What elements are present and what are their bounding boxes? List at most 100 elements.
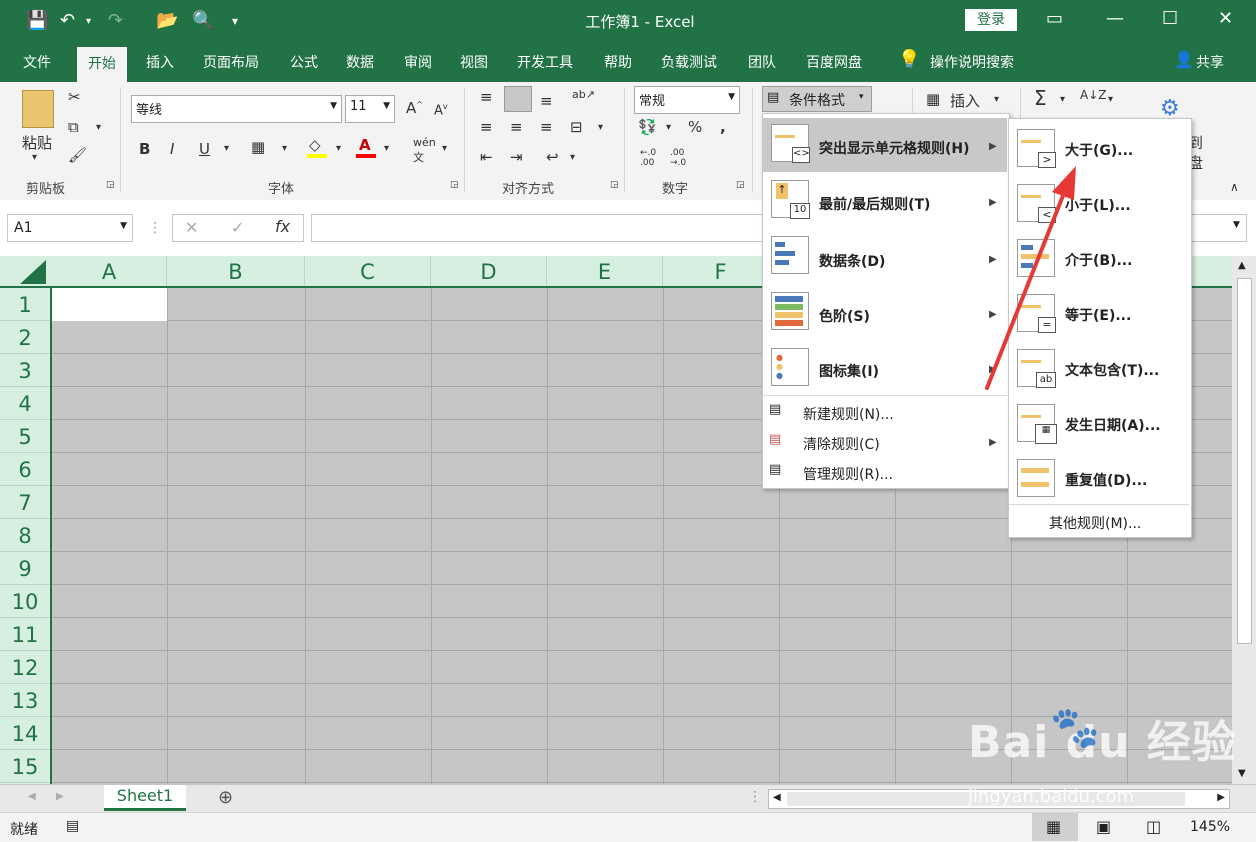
- alignment-launcher-icon[interactable]: ◲: [610, 180, 619, 190]
- tab-load-test[interactable]: 负载测试: [661, 52, 717, 72]
- font-color-dropdown-icon[interactable]: ▾: [384, 143, 389, 154]
- clipboard-launcher-icon[interactable]: ◲: [106, 180, 115, 190]
- minimize-icon[interactable]: —: [1106, 8, 1124, 29]
- row-header[interactable]: 13: [0, 684, 50, 717]
- page-break-view-icon[interactable]: ◫: [1146, 817, 1161, 836]
- phonetic-dropdown-icon[interactable]: ▾: [442, 143, 447, 154]
- normal-view-icon[interactable]: ▦: [1032, 813, 1078, 841]
- cell-a1[interactable]: [52, 288, 167, 321]
- duplicate-values-item[interactable]: 重复值(D)...: [1065, 470, 1147, 490]
- column-header-e[interactable]: E: [547, 256, 663, 286]
- add-sheet-icon[interactable]: ⊕: [218, 787, 233, 808]
- tab-baidu-netdisk[interactable]: 百度网盘: [806, 52, 862, 72]
- align-bottom-icon[interactable]: ≡: [540, 92, 553, 110]
- tell-me-search[interactable]: 操作说明搜索: [930, 52, 1014, 72]
- row-header[interactable]: 6: [0, 453, 50, 486]
- tab-review[interactable]: 审阅: [404, 52, 432, 72]
- border-icon[interactable]: ▦: [251, 138, 265, 156]
- row-header[interactable]: 1: [0, 288, 50, 321]
- sort-filter-icon[interactable]: A↓Z: [1080, 88, 1106, 102]
- percent-button[interactable]: %: [688, 118, 702, 136]
- data-bars-label[interactable]: 数据条(D): [819, 251, 885, 271]
- paste-button[interactable]: 粘贴: [22, 132, 52, 153]
- open-icon[interactable]: 📂: [156, 10, 178, 31]
- insert-dropdown-icon[interactable]: ▾: [994, 94, 999, 105]
- color-scales-label[interactable]: 色阶(S): [819, 306, 870, 326]
- align-center-icon[interactable]: ≡: [510, 118, 523, 136]
- decrease-decimal-icon[interactable]: .00 →.0: [670, 148, 686, 168]
- customize-qat-icon[interactable]: ▾: [232, 14, 238, 28]
- tab-developer[interactable]: 开发工具: [517, 52, 573, 72]
- row-header[interactable]: 5: [0, 420, 50, 453]
- sheet-tab-sheet1[interactable]: Sheet1: [104, 785, 186, 811]
- macro-record-icon[interactable]: ▤: [66, 818, 79, 834]
- italic-button[interactable]: I: [170, 140, 174, 158]
- tab-team[interactable]: 团队: [748, 52, 776, 72]
- greater-than-item[interactable]: 大于(G)...: [1065, 140, 1133, 160]
- row-header[interactable]: 2: [0, 321, 50, 354]
- insert-cells-icon[interactable]: ▦: [926, 90, 940, 108]
- phonetic-icon[interactable]: wén 文: [413, 136, 436, 165]
- new-rule-item[interactable]: 新建规则(N)...: [803, 404, 894, 424]
- prev-sheet-icon[interactable]: ◀: [28, 791, 36, 802]
- align-top-icon[interactable]: ≡: [480, 88, 493, 106]
- row-header[interactable]: 7: [0, 486, 50, 519]
- name-box[interactable]: A1 ▼: [7, 214, 133, 242]
- underline-button[interactable]: U: [199, 140, 210, 158]
- row-header[interactable]: 4: [0, 387, 50, 420]
- bold-button[interactable]: B: [139, 140, 150, 158]
- comma-icon[interactable]: ,: [720, 118, 726, 136]
- column-header-b[interactable]: B: [167, 256, 305, 286]
- fill-color-icon[interactable]: ◇: [309, 136, 321, 154]
- column-header-a[interactable]: A: [52, 256, 167, 286]
- paste-icon[interactable]: [22, 90, 54, 128]
- manage-rule-item[interactable]: 管理规则(R)...: [803, 464, 893, 484]
- font-color-icon[interactable]: A: [359, 136, 371, 154]
- ribbon-display-icon[interactable]: ▭: [1046, 8, 1063, 29]
- merge-dropdown-icon[interactable]: ▾: [598, 122, 603, 133]
- merge-center-icon[interactable]: ⊟: [570, 118, 583, 136]
- tab-formulas[interactable]: 公式: [290, 52, 318, 72]
- next-sheet-icon[interactable]: ▶: [56, 791, 64, 802]
- row-header[interactable]: 15: [0, 750, 50, 783]
- underline-dropdown-icon[interactable]: ▾: [224, 143, 229, 154]
- scroll-thumb[interactable]: [1237, 278, 1252, 644]
- wrap-dropdown-icon[interactable]: ▾: [570, 152, 575, 163]
- conditional-format-button[interactable]: ▤ 条件格式 ▾: [762, 86, 872, 112]
- row-header[interactable]: 8: [0, 519, 50, 552]
- tab-view[interactable]: 视图: [460, 52, 488, 72]
- orientation-icon[interactable]: ab↗: [572, 88, 595, 101]
- align-left-icon[interactable]: ≡: [480, 118, 493, 136]
- login-button[interactable]: 登录: [965, 9, 1017, 31]
- number-launcher-icon[interactable]: ◲: [736, 180, 745, 190]
- scroll-down-icon[interactable]: ▼: [1238, 768, 1246, 779]
- tab-home[interactable]: 开始: [77, 47, 127, 82]
- autosum-icon[interactable]: Σ: [1034, 86, 1047, 110]
- share-button[interactable]: 共享: [1196, 52, 1224, 72]
- tab-insert[interactable]: 插入: [146, 52, 174, 72]
- tab-file[interactable]: 文件: [23, 52, 51, 72]
- vertical-scrollbar[interactable]: ▲ ▼: [1232, 256, 1256, 784]
- undo-dropdown-icon[interactable]: ▾: [86, 16, 91, 27]
- tab-data[interactable]: 数据: [346, 52, 374, 72]
- number-format-combo[interactable]: 常规 ▼: [634, 86, 740, 114]
- row-header[interactable]: 14: [0, 717, 50, 750]
- copy-icon[interactable]: ⧉: [68, 118, 79, 136]
- print-preview-icon[interactable]: 🔍: [192, 10, 214, 31]
- wrap-text-icon[interactable]: ↩: [546, 148, 559, 166]
- zoom-level[interactable]: 145%: [1190, 819, 1230, 835]
- increase-decimal-icon[interactable]: ←.0.00: [640, 148, 656, 168]
- font-launcher-icon[interactable]: ◲: [450, 180, 459, 190]
- decrease-font-icon[interactable]: Av: [434, 102, 448, 118]
- currency-icon[interactable]: 💱: [638, 118, 657, 136]
- align-right-icon[interactable]: ≡: [540, 118, 553, 136]
- border-dropdown-icon[interactable]: ▾: [282, 143, 287, 154]
- format-painter-icon[interactable]: 🖌: [68, 146, 87, 164]
- increase-font-icon[interactable]: A^: [406, 99, 423, 117]
- scroll-right-icon[interactable]: ▶: [1217, 792, 1225, 803]
- decrease-indent-icon[interactable]: ⇤: [480, 148, 493, 166]
- page-layout-view-icon[interactable]: ▣: [1096, 817, 1111, 836]
- paste-dropdown-icon[interactable]: ▾: [32, 152, 37, 163]
- align-middle-icon[interactable]: [504, 86, 532, 112]
- copy-dropdown-icon[interactable]: ▾: [96, 122, 101, 133]
